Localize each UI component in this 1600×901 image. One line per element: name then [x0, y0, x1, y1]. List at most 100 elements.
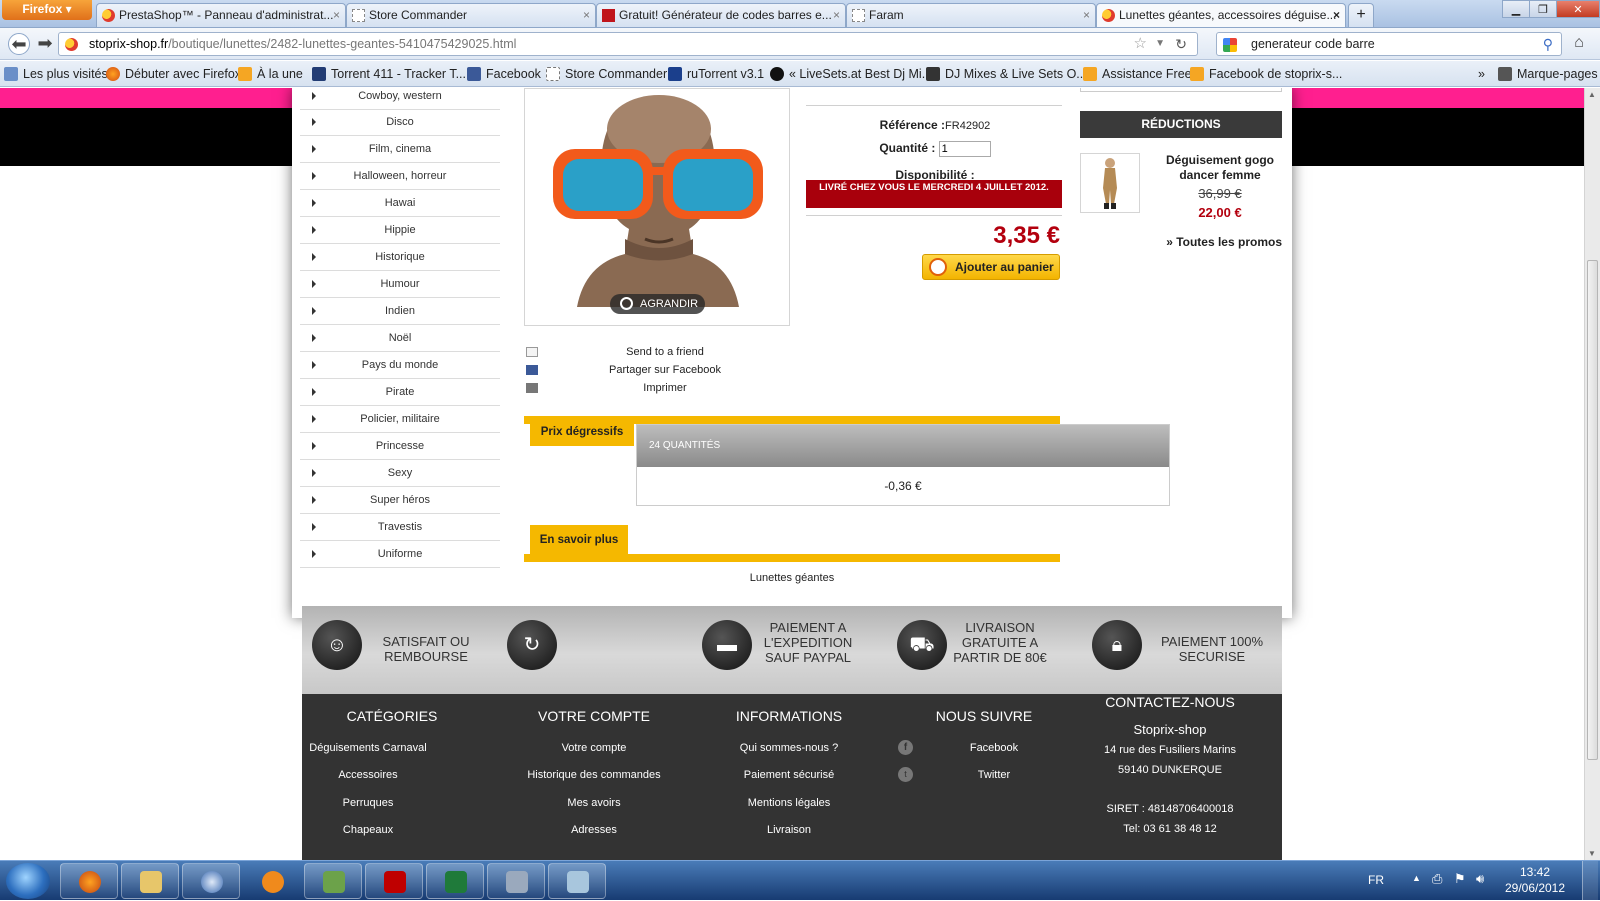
category-item[interactable]: Sexy [300, 461, 500, 487]
footer-link[interactable]: Livraison [689, 824, 889, 836]
site-identity-icon[interactable] [65, 38, 78, 51]
bookmark-item[interactable]: À la une [238, 66, 303, 82]
footer-link[interactable]: Accessoires [268, 769, 468, 781]
footer-link[interactable]: Déguisements Carnaval [268, 742, 468, 754]
bookmark-star-icon[interactable]: ☆ [1134, 33, 1147, 55]
close-tab-icon[interactable]: × [1083, 4, 1090, 26]
footer-link[interactable]: Votre compte [494, 742, 694, 754]
search-icon[interactable]: ⚲ [1543, 33, 1553, 55]
share-facebook-link[interactable]: Partager sur Facebook [526, 364, 790, 376]
print-link[interactable]: Imprimer [526, 382, 790, 394]
taskbar-firefox[interactable] [60, 863, 118, 899]
close-tab-icon[interactable]: × [333, 4, 340, 26]
bookmark-item[interactable]: ruTorrent v3.1 [668, 66, 764, 82]
window-close-icon[interactable]: ✕ [1556, 0, 1600, 18]
category-item[interactable]: Disco [300, 110, 500, 136]
start-button-icon[interactable] [6, 863, 50, 899]
forward-arrow-icon[interactable]: ➡ [34, 33, 56, 55]
show-desktop-button[interactable] [1582, 861, 1598, 901]
reduction-product-name[interactable]: Déguisement gogo dancer femme [1155, 153, 1285, 183]
taskbar-network[interactable] [304, 863, 362, 899]
language-indicator[interactable]: FR [1368, 873, 1384, 887]
clock-time[interactable]: 13:42 [1500, 865, 1570, 879]
maximize-icon[interactable]: ❐ [1529, 0, 1557, 18]
taskbar-explorer[interactable] [121, 863, 179, 899]
device-icon[interactable]: ⎙ [1432, 871, 1442, 887]
bookmark-item[interactable]: Assistance Free [1083, 66, 1192, 82]
tab-lunettes-geantes[interactable]: Lunettes géantes, accessoires déguise...… [1096, 3, 1346, 27]
footer-link[interactable]: Mes avoirs [494, 797, 694, 809]
show-hidden-icons-icon[interactable]: ▲ [1412, 873, 1421, 883]
reduction-product-thumbnail[interactable] [1080, 153, 1140, 213]
category-item[interactable]: Historique [300, 245, 500, 271]
close-tab-icon[interactable]: × [833, 4, 840, 26]
home-icon[interactable]: ⌂ [1568, 33, 1590, 55]
tab-faram[interactable]: Faram × [846, 3, 1096, 27]
all-promos-link[interactable]: » Toutes les promos [1140, 235, 1282, 249]
search-bar[interactable]: generateur code barre ⚲ [1216, 32, 1562, 56]
footer-link[interactable]: Mentions légales [689, 797, 889, 809]
category-item[interactable]: Super héros [300, 488, 500, 514]
bookmark-item[interactable]: DJ Mixes & Live Sets O... [926, 66, 1087, 82]
volume-icon[interactable]: 🔊︎ [1476, 871, 1484, 887]
bookmark-item[interactable]: « LiveSets.at Best Dj Mi... [770, 66, 932, 82]
category-item[interactable]: Pays du monde [300, 353, 500, 379]
taskbar-thunderbird[interactable] [182, 863, 240, 899]
category-item[interactable]: Uniforme [300, 542, 500, 568]
scrollbar-thumb[interactable] [1587, 260, 1598, 760]
enlarge-button[interactable]: AGRANDIR [610, 294, 705, 314]
tab-barcode-generator[interactable]: Gratuit! Générateur de codes barres e...… [596, 3, 846, 27]
category-item[interactable]: Indien [300, 299, 500, 325]
footer-facebook-link[interactable]: Facebook [894, 742, 1094, 754]
taskbar-media-player[interactable] [243, 863, 301, 899]
taskbar-excel[interactable] [426, 863, 484, 899]
new-tab-button[interactable]: + [1348, 3, 1374, 27]
address-bar[interactable]: stoprix-shop.fr/boutique/lunettes/2482-l… [58, 32, 1198, 56]
firefox-menu-button[interactable]: Firefox ▾ [2, 0, 92, 20]
category-item[interactable]: Noël [300, 326, 500, 352]
category-item[interactable]: Travestis [300, 515, 500, 541]
category-item[interactable]: Princesse [300, 434, 500, 460]
add-to-cart-button[interactable]: Ajouter au panier [922, 254, 1060, 280]
category-item[interactable]: Hippie [300, 218, 500, 244]
footer-twitter-link[interactable]: Twitter [894, 769, 1094, 781]
bookmark-item[interactable]: Facebook de stoprix-s... [1190, 66, 1342, 82]
bookmark-item[interactable]: Débuter avec Firefox [106, 66, 241, 82]
category-item[interactable]: Film, cinema [300, 137, 500, 163]
footer-link[interactable]: Qui sommes-nous ? [689, 742, 889, 754]
category-item[interactable]: Cowboy, western [300, 88, 500, 110]
product-image[interactable] [524, 88, 790, 326]
category-item[interactable]: Pirate [300, 380, 500, 406]
footer-link[interactable]: Adresses [494, 824, 694, 836]
category-item[interactable]: Humour [300, 272, 500, 298]
footer-link[interactable]: Paiement sécurisé [689, 769, 889, 781]
quantity-input[interactable] [938, 141, 991, 157]
taskbar-filezilla[interactable] [365, 863, 423, 899]
footer-link[interactable]: Historique des commandes [494, 769, 694, 781]
taskbar-calculator[interactable] [487, 863, 545, 899]
minimize-icon[interactable]: ▁ [1502, 0, 1530, 18]
scroll-up-icon[interactable]: ▲ [1588, 90, 1596, 99]
category-item[interactable]: Hawai [300, 191, 500, 217]
tab-prestashop[interactable]: PrestaShop™ - Panneau d'administrat... × [96, 3, 346, 27]
bookmarks-overflow-button[interactable]: » [1478, 66, 1485, 82]
category-item[interactable]: Policier, militaire [300, 407, 500, 433]
send-to-friend-link[interactable]: Send to a friend [526, 346, 790, 358]
bookmark-item[interactable]: Facebook [467, 66, 541, 82]
reload-icon[interactable]: ↻ [1175, 33, 1187, 55]
scroll-down-icon[interactable]: ▼ [1588, 849, 1596, 858]
bookmark-item[interactable]: Torrent 411 - Tracker T... [312, 66, 466, 82]
footer-link[interactable]: Perruques [268, 797, 468, 809]
close-tab-icon[interactable]: × [1333, 4, 1340, 26]
bookmarks-menu-button[interactable]: Marque-pages [1498, 66, 1598, 82]
footer-link[interactable]: Chapeaux [268, 824, 468, 836]
taskbar-notepad[interactable] [548, 863, 606, 899]
back-arrow-icon[interactable]: ⬅ [8, 33, 30, 55]
search-input[interactable]: generateur code barre [1251, 37, 1375, 51]
history-dropdown-icon[interactable]: ▼ [1155, 33, 1165, 55]
category-item[interactable]: Halloween, horreur [300, 164, 500, 190]
tab-more-info[interactable]: En savoir plus [530, 525, 628, 555]
tab-store-commander[interactable]: Store Commander × [346, 3, 596, 27]
clock-date[interactable]: 29/06/2012 [1500, 881, 1570, 895]
action-center-icon[interactable]: ⚑ [1454, 871, 1466, 887]
